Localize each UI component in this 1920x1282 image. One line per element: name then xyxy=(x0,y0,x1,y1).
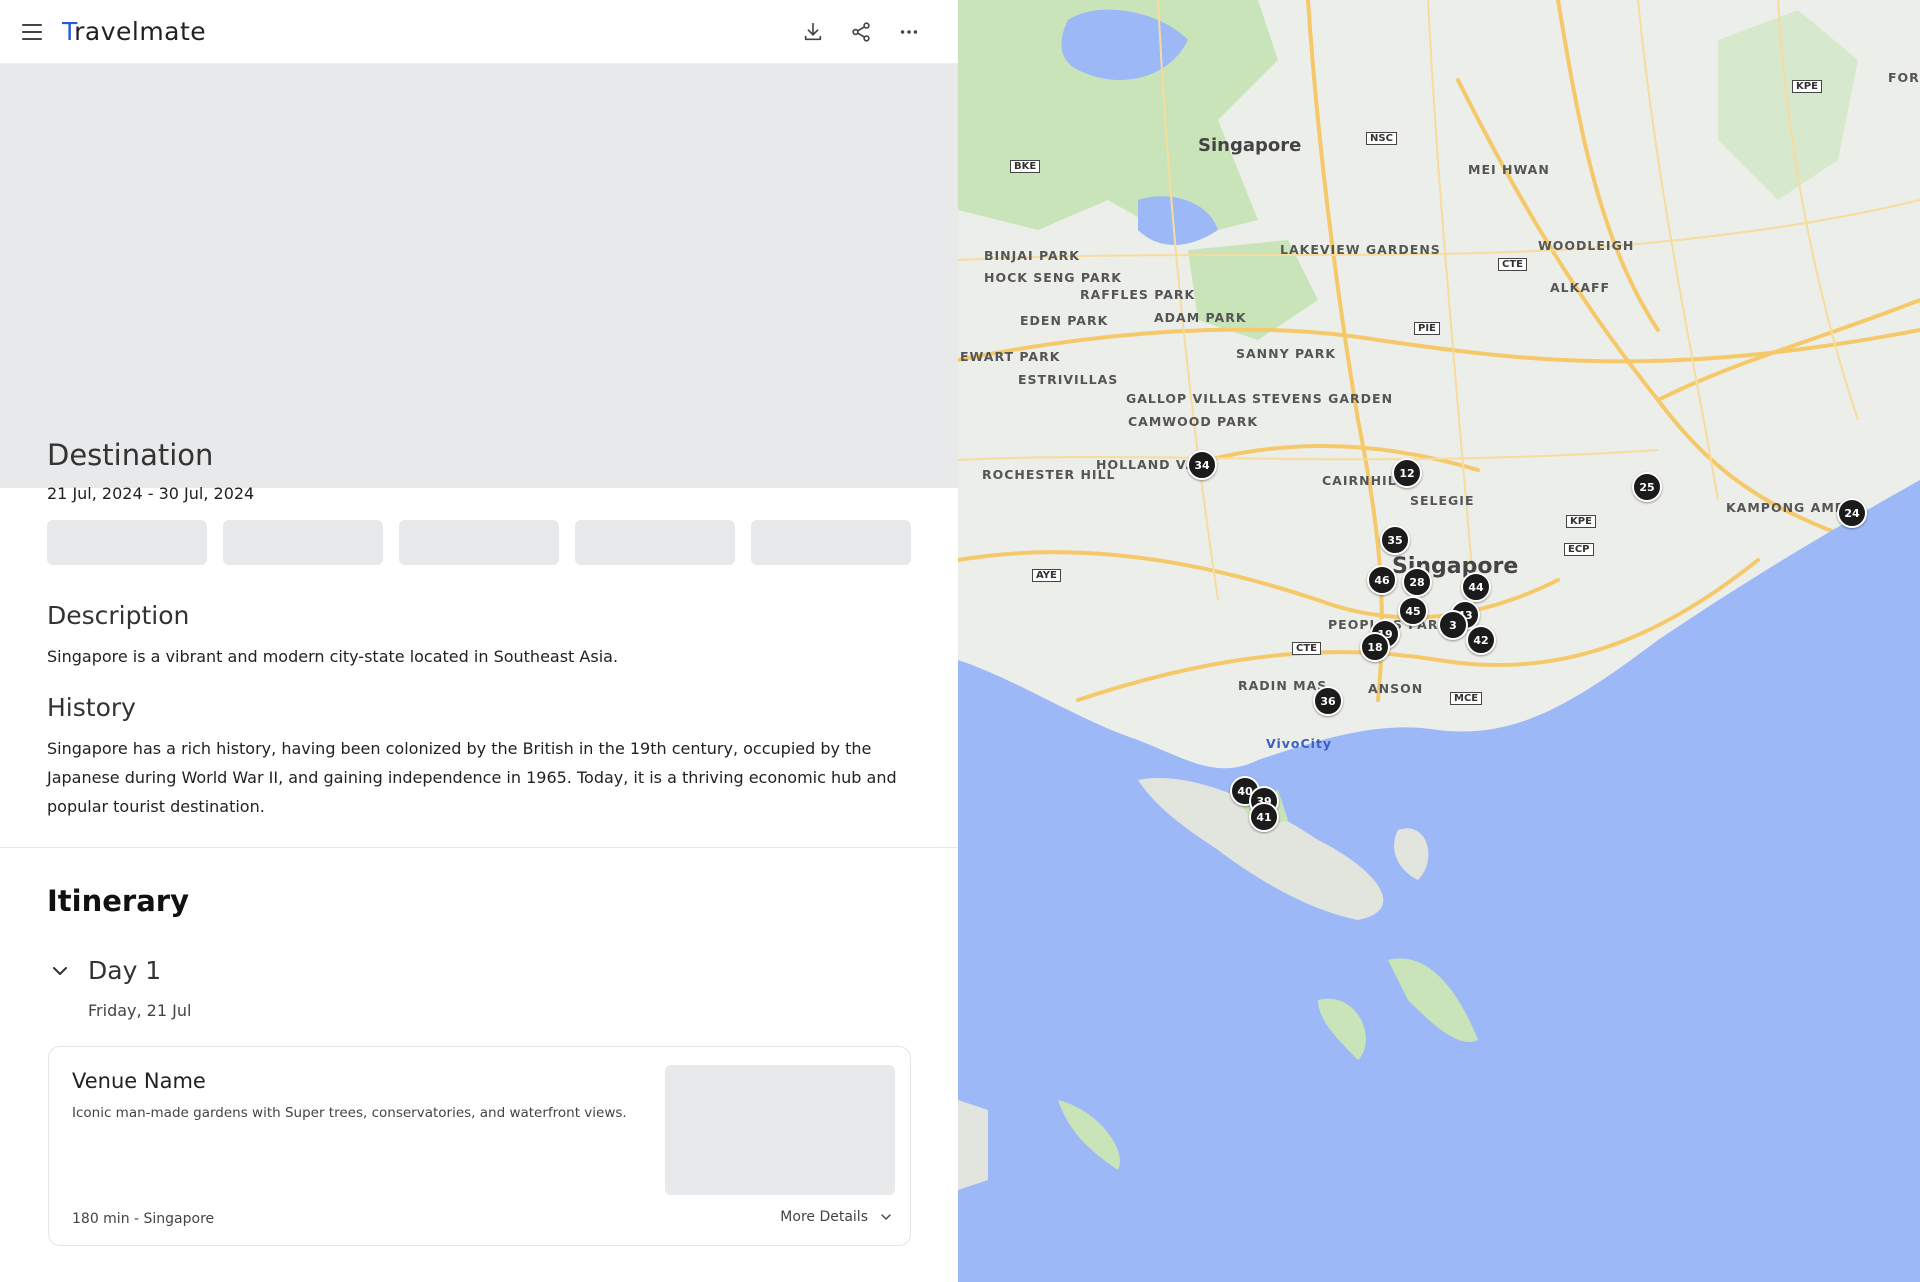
top-bar: Travelmate xyxy=(0,0,958,64)
map-marker[interactable]: 3 xyxy=(1438,610,1468,640)
chip-placeholder[interactable] xyxy=(47,520,207,565)
hero-banner: Destination 21 Jul, 2024 - 30 Jul, 2024 xyxy=(0,64,958,503)
day-toggle[interactable]: Day 1 xyxy=(48,956,958,985)
map-marker[interactable]: 42 xyxy=(1466,625,1496,655)
map-label: HOCK SENG PARK xyxy=(984,270,1122,285)
map-label: ALKAFF xyxy=(1550,280,1611,295)
venue-name: Venue Name xyxy=(72,1069,206,1093)
road-shield: PIE xyxy=(1414,322,1440,335)
road-shield: ECP xyxy=(1564,543,1594,556)
history-title: History xyxy=(47,693,136,722)
chip-placeholder[interactable] xyxy=(223,520,383,565)
description-section: Description Singapore is a vibrant and m… xyxy=(0,601,958,821)
more-icon[interactable] xyxy=(896,19,922,45)
map-marker[interactable]: 44 xyxy=(1461,572,1491,602)
top-actions xyxy=(800,19,922,45)
road-shield: AYE xyxy=(1032,569,1061,582)
day-label: Day 1 xyxy=(88,956,162,985)
map-label: ANSON xyxy=(1368,681,1424,696)
map-marker[interactable]: 28 xyxy=(1402,567,1432,597)
road-shield: NSC xyxy=(1366,132,1397,145)
venue-card[interactable]: Venue Name Iconic man-made gardens with … xyxy=(48,1046,911,1246)
map-label: LAKEVIEW GARDENS xyxy=(1280,242,1441,257)
left-panel: Travelmate Destination 21 Jul, 2024 - 30… xyxy=(0,0,958,1282)
chevron-down-icon[interactable] xyxy=(48,959,72,983)
road-shield: KPE xyxy=(1792,80,1822,93)
map-marker[interactable]: 46 xyxy=(1367,565,1397,595)
map-marker[interactable]: 12 xyxy=(1392,458,1422,488)
map-label: VivoCity xyxy=(1266,736,1333,751)
map-marker[interactable]: 25 xyxy=(1632,472,1662,502)
map-label: SELEGIE xyxy=(1410,493,1475,508)
logo-text: ravelmate xyxy=(74,17,207,46)
road-shield: MCE xyxy=(1450,692,1483,705)
map-label: ESTRIVILLAS xyxy=(1018,372,1119,387)
venue-meta: 180 min - Singapore xyxy=(72,1211,215,1227)
map-label: BINJAI PARK xyxy=(984,248,1080,263)
more-details-button[interactable]: More Details xyxy=(780,1209,894,1225)
hamburger-menu-icon[interactable] xyxy=(22,20,46,44)
map-marker[interactable]: 18 xyxy=(1360,632,1390,662)
map-label: MEI HWAN xyxy=(1468,162,1550,177)
road-shield: KPE xyxy=(1566,515,1596,528)
map-marker[interactable]: 36 xyxy=(1313,686,1343,716)
history-text: Singapore has a rich history, having bee… xyxy=(47,739,897,816)
map-view[interactable]: Singapore MEI HWAN WOODLEIGH ALKAFF BINJ… xyxy=(958,0,1920,1282)
map-label: SANNY PARK xyxy=(1236,346,1337,361)
map-label: GALLOP VILLAS xyxy=(1126,391,1248,406)
venue-image xyxy=(665,1065,895,1195)
download-icon[interactable] xyxy=(800,19,826,45)
road-shield: CTE xyxy=(1498,258,1527,271)
share-icon[interactable] xyxy=(848,19,874,45)
road-shield: CTE xyxy=(1292,642,1321,655)
app-logo[interactable]: Travelmate xyxy=(62,17,206,46)
map-label: FORM YEANG xyxy=(1888,70,1920,85)
map-label: CAMWOOD PARK xyxy=(1128,414,1259,429)
road-shield: BKE xyxy=(1010,160,1041,173)
itinerary-title: Itinerary xyxy=(47,884,189,918)
day-date: Friday, 21 Jul xyxy=(88,1001,192,1020)
description-title: Description xyxy=(47,601,190,630)
chip-placeholder[interactable] xyxy=(575,520,735,565)
venue-description: Iconic man-made gardens with Super trees… xyxy=(72,1105,627,1121)
map-label: EWART PARK xyxy=(960,349,1061,364)
map-marker[interactable]: 41 xyxy=(1249,802,1279,832)
map-marker[interactable]: 35 xyxy=(1380,525,1410,555)
more-details-label: More Details xyxy=(780,1209,868,1225)
map-label: RAFFLES PARK xyxy=(1080,287,1196,302)
chevron-down-icon xyxy=(881,1214,891,1220)
section-divider xyxy=(0,847,958,848)
map-label: Singapore xyxy=(1198,135,1302,156)
map-canvas xyxy=(958,0,1920,1282)
map-marker[interactable]: 24 xyxy=(1837,498,1867,528)
map-label: ADAM PARK xyxy=(1154,310,1247,325)
map-label: ROCHESTER HILL xyxy=(982,467,1116,482)
map-label: WOODLEIGH xyxy=(1538,238,1635,253)
map-label: EDEN PARK xyxy=(1020,313,1109,328)
trip-dates: 21 Jul, 2024 - 30 Jul, 2024 xyxy=(47,484,255,503)
map-marker[interactable]: 45 xyxy=(1398,596,1428,626)
map-marker[interactable]: 34 xyxy=(1187,450,1217,480)
logo-letter: T xyxy=(62,17,75,46)
chip-placeholder[interactable] xyxy=(399,520,559,565)
map-label: RADIN MAS xyxy=(1238,678,1328,693)
destination-title: Destination xyxy=(47,438,214,472)
description-text: Singapore is a vibrant and modern city-s… xyxy=(47,647,619,666)
chip-placeholder[interactable] xyxy=(751,520,911,565)
map-label: STEVENS GARDEN xyxy=(1252,391,1394,406)
